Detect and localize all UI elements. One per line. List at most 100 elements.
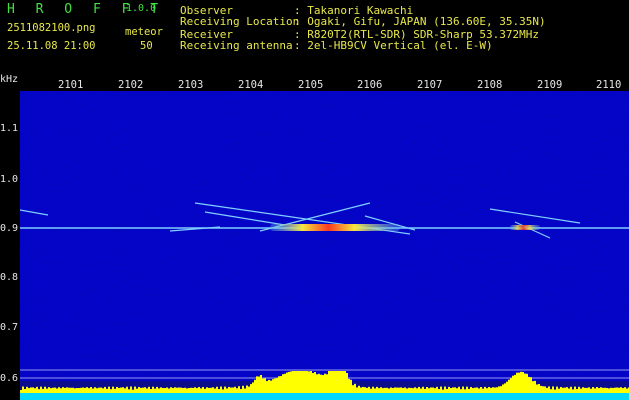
activity-bar	[20, 390, 22, 393]
activity-bar	[156, 386, 158, 393]
activity-bar	[140, 387, 142, 393]
activity-bar	[194, 387, 196, 393]
activity-bar	[368, 386, 370, 393]
activity-bar	[392, 387, 394, 393]
activity-bar	[386, 387, 388, 393]
activity-bar	[458, 386, 460, 393]
activity-bar	[206, 387, 208, 393]
activity-bar	[490, 387, 492, 393]
activity-bar	[372, 386, 374, 393]
activity-bar	[262, 378, 264, 393]
activity-bar	[94, 387, 96, 393]
activity-bar	[100, 387, 102, 393]
activity-bar	[552, 386, 554, 393]
activity-bar	[404, 387, 406, 393]
activity-bar	[208, 387, 210, 393]
activity-bar	[354, 383, 356, 393]
activity-bar	[426, 386, 428, 393]
activity-bar	[278, 376, 280, 393]
activity-bar	[356, 387, 358, 393]
activity-bar	[432, 387, 434, 393]
activity-bar	[224, 386, 226, 393]
activity-bar	[576, 389, 578, 393]
activity-bar	[272, 379, 274, 393]
activity-bar	[314, 372, 316, 393]
activity-bar	[234, 386, 236, 393]
x-tick-label: 2103	[178, 79, 204, 91]
activity-bar	[120, 387, 122, 393]
activity-bar	[370, 388, 372, 393]
activity-bar	[146, 388, 148, 393]
activity-bar	[606, 387, 608, 393]
activity-bar	[328, 371, 330, 393]
activity-bar	[198, 386, 200, 393]
activity-bar	[344, 371, 346, 393]
activity-bar	[454, 387, 456, 393]
activity-bar	[518, 372, 520, 393]
activity-bar	[302, 371, 304, 393]
activity-bar	[604, 387, 606, 393]
activity-bar	[536, 384, 538, 393]
activity-bar	[214, 388, 216, 393]
activity-bar	[402, 387, 404, 393]
activity-bar	[450, 388, 452, 393]
location-key: Receiving Location	[180, 15, 300, 28]
activity-bar	[192, 387, 194, 393]
activity-bar	[204, 388, 206, 393]
activity-bar	[424, 388, 426, 393]
activity-bar	[346, 373, 348, 393]
activity-bar	[282, 374, 284, 393]
activity-bar	[362, 386, 364, 393]
activity-baseline	[20, 393, 629, 400]
activity-bar	[572, 389, 574, 393]
activity-bar	[138, 387, 140, 393]
activity-bar	[448, 386, 450, 393]
activity-bar	[200, 388, 202, 393]
count-value: 50	[140, 40, 153, 52]
activity-bar	[420, 388, 422, 393]
activity-bar	[320, 374, 322, 393]
file-name: 2511082100.png	[7, 22, 96, 34]
activity-bar	[562, 387, 564, 393]
activity-bar	[624, 387, 626, 393]
activity-bar	[150, 389, 152, 393]
activity-bar	[600, 387, 602, 393]
activity-bar	[110, 389, 112, 393]
activity-bar	[626, 388, 628, 393]
activity-bar	[530, 377, 532, 393]
activity-bar	[580, 388, 582, 393]
activity-bar	[38, 389, 40, 393]
activity-bar	[570, 386, 572, 393]
activity-bar	[378, 388, 380, 393]
spectrogram-plot	[20, 91, 629, 400]
activity-bar	[124, 388, 126, 393]
x-tick-label: 2101	[58, 79, 84, 91]
x-tick-label: 2106	[357, 79, 383, 91]
activity-bar	[78, 388, 80, 393]
activity-bar	[34, 388, 36, 393]
activity-bar	[410, 387, 412, 393]
activity-bar	[164, 388, 166, 393]
activity-bar	[340, 371, 342, 393]
activity-bar	[406, 388, 408, 393]
activity-bar	[388, 388, 390, 393]
activity-bar	[554, 389, 556, 393]
activity-bar	[326, 374, 328, 393]
activity-bar	[582, 387, 584, 393]
activity-bar	[238, 386, 240, 393]
activity-bar	[508, 379, 510, 393]
activity-bar	[280, 376, 282, 393]
activity-bar	[160, 387, 162, 393]
activity-bar	[366, 387, 368, 393]
activity-bar	[86, 387, 88, 393]
activity-bar	[382, 388, 384, 393]
activity-bar	[384, 387, 386, 393]
activity-bar	[610, 387, 612, 393]
activity-bar	[390, 387, 392, 393]
activity-bar	[128, 389, 130, 393]
activity-bar	[104, 386, 106, 393]
x-tick-label: 2104	[238, 79, 264, 91]
activity-bar	[548, 386, 550, 393]
activity-bar	[608, 388, 610, 393]
activity-bar	[162, 388, 164, 393]
